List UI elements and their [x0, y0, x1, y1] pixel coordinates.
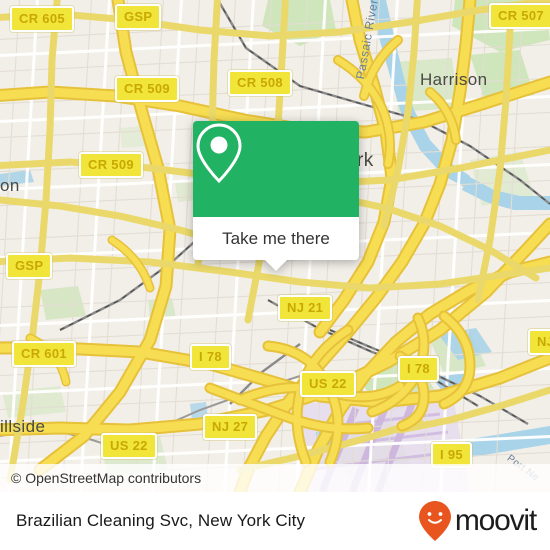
take-me-there-label: Take me there: [222, 228, 330, 248]
shield-cr-601[interactable]: CR 601: [12, 341, 76, 367]
shield-nj-27[interactable]: NJ 27: [203, 414, 258, 440]
callout-tail: [265, 260, 287, 271]
place-title: Brazilian Cleaning Svc, New York City: [16, 511, 306, 530]
map-attribution: © OpenStreetMap contributors: [0, 464, 550, 492]
shield-us-22-center[interactable]: US 22: [300, 371, 356, 397]
shield-cr-509-a[interactable]: CR 509: [115, 76, 179, 102]
shield-us-22-west[interactable]: US 22: [101, 433, 157, 459]
shield-nj-21[interactable]: NJ 21: [278, 295, 333, 321]
footer-bar: Brazilian Cleaning Svc, New York City mo…: [0, 492, 550, 550]
shield-cr-508[interactable]: CR 508: [228, 70, 292, 96]
callout-header: [193, 121, 359, 217]
shield-gsp-top[interactable]: GSP: [115, 4, 162, 30]
shield-cr-509-b[interactable]: CR 509: [79, 152, 143, 178]
map-screenshot: Harrison ark on illside Passaic River Po…: [0, 0, 550, 550]
map-pin-icon: [196, 123, 242, 184]
shield-i-78-west[interactable]: I 78: [190, 344, 231, 370]
location-callout[interactable]: Take me there: [193, 121, 359, 271]
moovit-wordmark: moovit: [454, 504, 537, 537]
attribution-text: © OpenStreetMap contributors: [11, 470, 202, 486]
shield-i-78-east[interactable]: I 78: [398, 356, 439, 382]
take-me-there-button[interactable]: Take me there: [193, 217, 359, 260]
moovit-pin-icon: [418, 501, 451, 541]
shield-njtp[interactable]: NJTP: [528, 329, 550, 355]
shield-cr-507[interactable]: CR 507: [489, 3, 550, 29]
map-canvas[interactable]: Harrison ark on illside Passaic River Po…: [0, 0, 550, 492]
moovit-logo[interactable]: moovit: [418, 500, 537, 542]
shield-cr-605[interactable]: CR 605: [10, 6, 74, 32]
shield-gsp-left[interactable]: GSP: [6, 253, 53, 279]
